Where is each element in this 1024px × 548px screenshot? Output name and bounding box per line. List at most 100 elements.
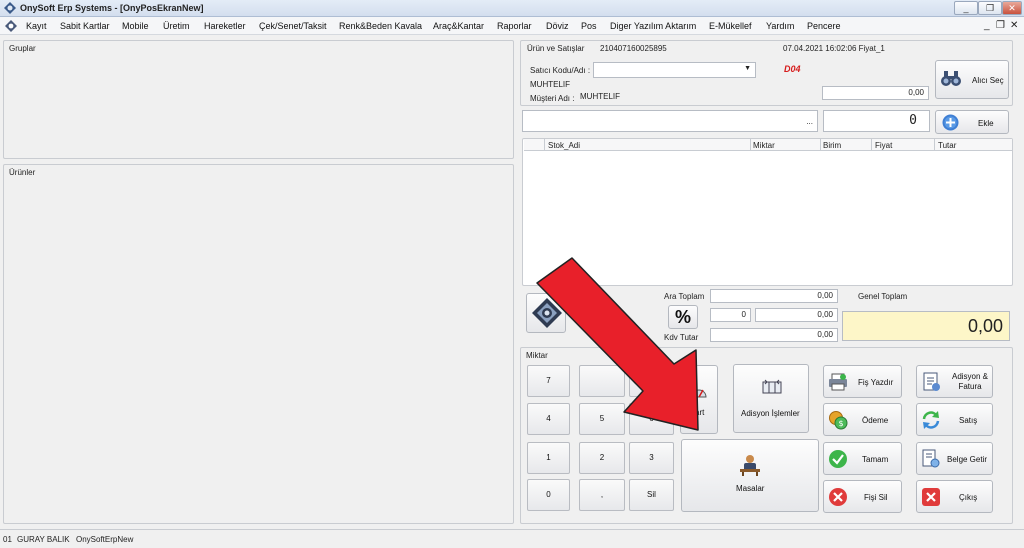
belge-getir-label: Belge Getir xyxy=(947,455,988,464)
coins-icon: $ xyxy=(829,411,848,430)
vat-label: Kdv Tutar xyxy=(664,333,699,342)
vat-field: 0,00 xyxy=(710,328,838,342)
grand-total-field: 0,00 xyxy=(842,311,1010,341)
menu-hareketler[interactable]: Hareketler xyxy=(204,21,246,31)
key-2[interactable]: 2 xyxy=(579,442,625,474)
tamam-button[interactable]: Tamam xyxy=(823,442,902,475)
masalar-label: Masalar xyxy=(736,484,765,493)
buyer-select-button[interactable]: Alıcı Seç xyxy=(935,60,1009,99)
menu-renk-beden[interactable]: Renk&Beden Kavala xyxy=(339,21,422,31)
key-1[interactable]: 1 xyxy=(527,442,570,474)
cikis-label: Çıkış xyxy=(959,493,978,502)
fisi-sil-label: Fişi Sil xyxy=(864,493,888,502)
quantity-field[interactable]: 0 xyxy=(823,110,930,132)
mdi-close-button[interactable]: ✕ xyxy=(1010,20,1018,31)
svg-text:$: $ xyxy=(838,419,843,428)
col-birim[interactable]: Birim xyxy=(823,141,841,150)
belge-getir-button[interactable]: Belge Getir xyxy=(916,442,993,475)
tart-button[interactable]: Tart xyxy=(680,365,718,434)
fis-yazdir-button[interactable]: Fiş Yazdır xyxy=(823,365,902,398)
seller-label: Satıcı Kodu/Adı : xyxy=(530,66,591,75)
seller-select[interactable]: ▼ xyxy=(593,62,756,78)
key-0[interactable]: 0 xyxy=(527,479,570,511)
check-circle-icon xyxy=(829,450,847,468)
odeme-label: Ödeme xyxy=(862,416,889,425)
adisyon-islemler-button[interactable]: Adisyon İşlemler xyxy=(733,364,809,433)
adisyon-fatura-button[interactable]: Adisyon & Fatura xyxy=(916,365,993,398)
menu-sabit-kartlar[interactable]: Sabit Kartlar xyxy=(60,21,110,31)
subtotal-label: Ara Toplam xyxy=(664,292,705,301)
key-8[interactable] xyxy=(579,365,625,397)
waiter-table-icon xyxy=(740,455,760,476)
adisyon-fatura-label: Adisyon & Fatura xyxy=(951,372,989,391)
menu-e-mukellef[interactable]: E-Mükellef xyxy=(709,21,752,31)
menu-arac-kantar[interactable]: Araç&Kantar xyxy=(433,21,484,31)
key-5[interactable]: 5 xyxy=(579,403,625,435)
menu-raporlar[interactable]: Raporlar xyxy=(497,21,532,31)
mdi-app-icon[interactable] xyxy=(5,20,17,32)
satis-button[interactable]: Satış xyxy=(916,403,993,436)
menu-diger-yazilim[interactable]: Diger Yazılım Aktarım xyxy=(610,21,696,31)
satis-label: Satış xyxy=(959,416,978,425)
add-item-button[interactable]: Ekle xyxy=(935,110,1009,134)
item-search-input[interactable]: ... xyxy=(522,110,818,132)
window-title: OnySoft Erp Systems - [OnyPosEkranNew] xyxy=(20,3,204,13)
onysoft-logo-icon xyxy=(532,298,562,328)
col-tutar[interactable]: Tutar xyxy=(938,141,956,150)
title-bar: OnySoft Erp Systems - [OnyPosEkranNew] _… xyxy=(0,0,1024,17)
cikis-button[interactable]: Çıkış xyxy=(916,480,993,513)
fisi-sil-button[interactable]: Fişi Sil xyxy=(823,480,902,513)
menu-cek-senet[interactable]: Çek/Senet/Taksit xyxy=(259,21,327,31)
key-3[interactable]: 3 xyxy=(629,442,674,474)
seller-name: MUHTELIF xyxy=(530,80,570,89)
discount-percent-button[interactable]: % xyxy=(668,305,698,329)
add-item-label: Ekle xyxy=(978,119,994,128)
keypad-title: Miktar xyxy=(526,351,548,360)
mdi-minimize-button[interactable]: _ xyxy=(984,20,990,31)
odeme-button[interactable]: $ Ödeme xyxy=(823,403,902,436)
printer-icon xyxy=(829,373,847,391)
plus-circle-icon xyxy=(942,114,959,131)
fis-yazdir-label: Fiş Yazdır xyxy=(858,378,894,387)
menu-bar: Kayıt Sabit Kartlar Mobile Üretim Hareke… xyxy=(0,17,1024,35)
key-9[interactable] xyxy=(629,365,674,397)
col-fiyat[interactable]: Fiyat xyxy=(875,141,892,150)
chevron-down-icon: ▼ xyxy=(744,65,751,72)
key-7[interactable]: 7 xyxy=(527,365,570,397)
window-close-button[interactable]: ✕ xyxy=(1002,1,1022,15)
item-lookup-button[interactable]: ... xyxy=(806,117,813,126)
grid-header: Stok_Adi Miktar Birim Fiyat Tutar xyxy=(524,139,1012,151)
menu-doviz[interactable]: Döviz xyxy=(546,21,569,31)
key-6[interactable]: 6 xyxy=(629,403,674,435)
menu-uretim[interactable]: Üretim xyxy=(163,21,190,31)
col-stok-adi[interactable]: Stok_Adi xyxy=(548,141,580,150)
menu-pos[interactable]: Pos xyxy=(581,21,597,31)
delete-circle-icon xyxy=(829,488,847,506)
window-restore-button[interactable]: ❐ xyxy=(978,1,1002,15)
discount-amount-field[interactable]: 0,00 xyxy=(755,308,838,322)
columns-icon xyxy=(762,379,782,394)
key-delete[interactable]: Sil xyxy=(629,479,674,511)
customer-value: MUHTELIF xyxy=(580,92,620,101)
buyer-select-label: Alıcı Seç xyxy=(972,76,1004,85)
col-miktar[interactable]: Miktar xyxy=(753,141,775,150)
receipt-number: 210407160025895 xyxy=(600,44,667,53)
masalar-button[interactable]: Masalar xyxy=(681,439,819,512)
menu-pencere[interactable]: Pencere xyxy=(807,21,841,31)
tamam-label: Tamam xyxy=(862,455,889,464)
mdi-restore-button[interactable]: ❐ xyxy=(996,20,1005,31)
logo-button[interactable] xyxy=(526,293,566,333)
key-4[interactable]: 4 xyxy=(527,403,570,435)
menu-mobile[interactable]: Mobile xyxy=(122,21,149,31)
window-minimize-button[interactable]: _ xyxy=(954,1,978,15)
discount-percent-field[interactable]: 0 xyxy=(710,308,751,322)
menu-kayit[interactable]: Kayıt xyxy=(26,21,47,31)
customer-balance-field: 0,00 xyxy=(822,86,929,100)
key-comma[interactable]: , xyxy=(579,479,625,511)
menu-yardim[interactable]: Yardım xyxy=(766,21,794,31)
product-grid[interactable] xyxy=(522,138,1013,286)
groups-panel: Gruplar xyxy=(3,40,514,159)
tart-label: Tart xyxy=(691,408,705,417)
binoculars-icon xyxy=(941,71,961,86)
customer-label: Müşteri Adı : xyxy=(530,94,575,103)
